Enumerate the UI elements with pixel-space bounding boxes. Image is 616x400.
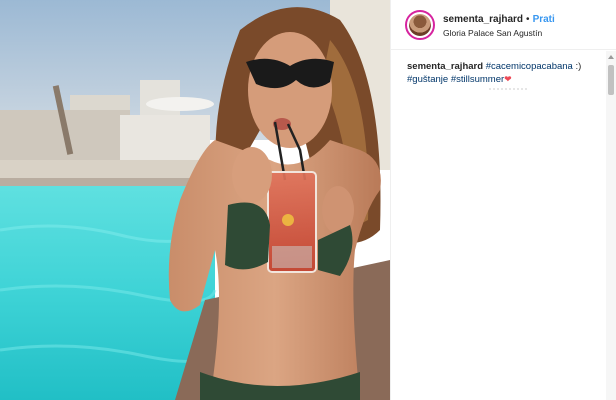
instagram-post-modal: sementa_rajhard • Prati Gloria Palace San …	[0, 0, 616, 400]
avatar-image	[409, 14, 431, 36]
caption: sementa_rajhard #cacemicopacabana :) #gu…	[391, 51, 607, 90]
loading-placeholder	[489, 88, 529, 90]
post-header: sementa_rajhard • Prati Gloria Palace San …	[391, 0, 616, 50]
hashtag-stillsummer[interactable]: #stillsummer	[451, 74, 504, 85]
separator-dot: •	[526, 14, 530, 25]
caption-username[interactable]: sementa_rajhard	[407, 61, 483, 72]
user-row: sementa_rajhard • Prati	[443, 14, 555, 26]
post-side-panel: sementa_rajhard • Prati Gloria Palace San …	[390, 0, 616, 400]
photo-illustration	[0, 0, 390, 400]
username-link[interactable]: sementa_rajhard	[443, 14, 523, 25]
post-photo[interactable]	[0, 0, 390, 400]
hashtag-gustanje[interactable]: #guštanje	[407, 74, 448, 85]
avatar[interactable]	[405, 10, 435, 40]
comments-scrollbar[interactable]	[606, 51, 616, 400]
follow-button[interactable]: Prati	[533, 14, 555, 25]
scroll-up-arrow-icon[interactable]	[608, 55, 614, 59]
scrollbar-thumb[interactable]	[608, 65, 614, 95]
location-link[interactable]: Gloria Palace San Agustín	[443, 28, 542, 38]
comments-section: sementa_rajhard #cacemicopacabana :) #gu…	[391, 51, 607, 400]
heart-icon: ❤	[504, 74, 512, 84]
caption-text: :)	[572, 61, 582, 72]
hashtag-cacemicopacabana[interactable]: #cacemicopacabana	[486, 61, 573, 72]
